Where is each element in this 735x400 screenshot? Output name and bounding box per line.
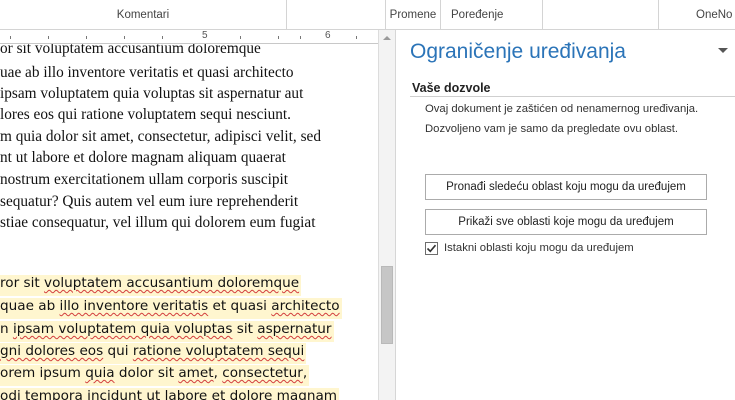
document-line: lores eos qui ratione voluptatem sequi n… bbox=[0, 106, 291, 123]
protection-info-text: Ovaj dokument je zaštićen od nenamernog … bbox=[425, 103, 699, 115]
editable-text: ut labore et dolore bbox=[142, 388, 277, 400]
restrict-editing-pane: Ograničenje uređivanja Vaše dozvole Ovaj… bbox=[396, 30, 735, 400]
ruler-tick bbox=[278, 36, 279, 39]
show-all-regions-button[interactable]: Prikaži sve oblasti koje mogu da uređuje… bbox=[425, 209, 707, 235]
editable-text: dolor sit bbox=[114, 365, 179, 381]
document-line: uae ab illo inventore veritatis et quasi… bbox=[0, 64, 294, 81]
ruler-tick bbox=[240, 36, 241, 39]
permissions-heading: Vaše dozvole bbox=[412, 81, 491, 95]
ribbon-group-spacer bbox=[287, 0, 386, 29]
find-next-region-button[interactable]: Pronađi sledeću oblast koju mogu da uređ… bbox=[425, 174, 707, 200]
ruler-tick bbox=[48, 36, 49, 39]
editable-text: n bbox=[0, 321, 13, 337]
spelling-flagged-text: magnam bbox=[276, 388, 338, 400]
ribbon-group-labels: Komentari Promene Poređenje OneNo bbox=[0, 0, 735, 30]
editable-region-line[interactable]: quae ab illo inventore veritatis et quas… bbox=[0, 298, 342, 319]
ribbon-group-changes: Promene bbox=[386, 0, 441, 29]
editable-text: , bbox=[302, 365, 308, 381]
ruler-tick bbox=[162, 36, 163, 39]
chevron-down-icon[interactable] bbox=[716, 44, 730, 58]
document-page[interactable]: or sit voluptatem accusantium doloremque… bbox=[0, 44, 378, 400]
scrollbar-thumb[interactable] bbox=[381, 266, 393, 344]
editable-region-line[interactable]: gni dolores eos qui ratione voluptatem s… bbox=[0, 343, 307, 364]
spelling-flagged-text: voluptatem accusantium doloremque bbox=[44, 275, 300, 291]
pane-title: Ograničenje uređivanja bbox=[410, 40, 626, 63]
ruler-tick bbox=[86, 36, 87, 39]
editable-region-line[interactable]: odi tempora incidunt ut labore et dolore… bbox=[0, 388, 340, 400]
editable-text: et quasi bbox=[208, 298, 272, 314]
spelling-flagged-text: aspernatur bbox=[257, 321, 332, 337]
ribbon-group-label: Poređenje bbox=[451, 9, 504, 21]
spelling-flagged-text: quia bbox=[85, 365, 115, 381]
editable-region-line[interactable]: orem ipsum quia dolor sit amet, consecte… bbox=[0, 365, 310, 386]
ribbon-group-label: Komentari bbox=[116, 9, 170, 21]
document-line: ipsam voluptatem quia voluptas sit asper… bbox=[0, 85, 304, 102]
editable-region-line[interactable]: ror sit voluptatem accusantium doloremqu… bbox=[0, 275, 302, 296]
ruler-tick bbox=[124, 36, 125, 39]
document-line: sequatur? Quis autem vel eum iure repreh… bbox=[0, 193, 299, 210]
section-divider bbox=[410, 96, 735, 97]
document-line: nt ut labore et dolore magnam aliquam qu… bbox=[0, 149, 286, 166]
highlight-regions-checkbox[interactable] bbox=[425, 242, 438, 255]
spelling-flagged-text: consectetur bbox=[222, 365, 303, 381]
editable-text: qui bbox=[103, 343, 133, 359]
spelling-flagged-text: architecto bbox=[271, 298, 340, 314]
editable-text: orem ipsum bbox=[0, 365, 86, 381]
editable-text: sit bbox=[232, 321, 258, 337]
ribbon-group-label: Promene bbox=[389, 9, 437, 21]
editable-text: quae ab bbox=[0, 298, 60, 314]
editable-text: , bbox=[213, 365, 223, 381]
ribbon-group-comments: Komentari bbox=[0, 0, 287, 29]
ruler-number: 5 bbox=[202, 30, 208, 41]
spelling-flagged-text: odi tempora incidunt bbox=[0, 388, 142, 400]
horizontal-ruler[interactable]: 5 6 bbox=[0, 30, 378, 44]
spelling-flagged-text: ratione voluptatem sequi bbox=[132, 343, 305, 359]
document-line: nostrum exercitationem ullam corporis su… bbox=[0, 171, 289, 188]
highlight-regions-label: Istakni oblasti koju mogu da uređujem bbox=[444, 242, 634, 254]
spelling-flagged-text: ipsam voluptatem quia voluptas bbox=[12, 321, 233, 337]
spelling-flagged-text: gni dolores eos bbox=[0, 343, 104, 359]
scroll-up-arrow-icon[interactable] bbox=[381, 34, 393, 42]
editable-text: ror sit bbox=[0, 275, 45, 291]
document-line: or sit voluptatem accusantium doloremque bbox=[0, 44, 261, 57]
checkmark-icon bbox=[426, 244, 437, 253]
spelling-flagged-text: illo inventore veritatis bbox=[59, 298, 209, 314]
ruler-tick bbox=[300, 36, 301, 39]
vertical-scrollbar[interactable] bbox=[378, 30, 395, 400]
ribbon-group-onenote: OneNo bbox=[659, 0, 735, 29]
ruler-number: 6 bbox=[325, 30, 331, 41]
editable-region-line[interactable]: n ipsam voluptatem quia voluptas sit asp… bbox=[0, 321, 334, 342]
ribbon-group-spacer bbox=[543, 0, 659, 29]
document-line: stiae consequatur, vel illum qui dolorem… bbox=[0, 214, 316, 231]
document-line: m quia dolor sit amet, consectetur, adip… bbox=[0, 128, 321, 145]
ruler-tick bbox=[356, 36, 357, 39]
ribbon-group-compare: Poređenje bbox=[441, 0, 543, 29]
ribbon-group-label: OneNo bbox=[696, 9, 733, 21]
spelling-flagged-text: amet bbox=[178, 365, 214, 381]
ruler-tick bbox=[10, 36, 11, 39]
protection-info-text: Dozvoljeno vam je samo da pregledate ovu… bbox=[425, 123, 679, 135]
